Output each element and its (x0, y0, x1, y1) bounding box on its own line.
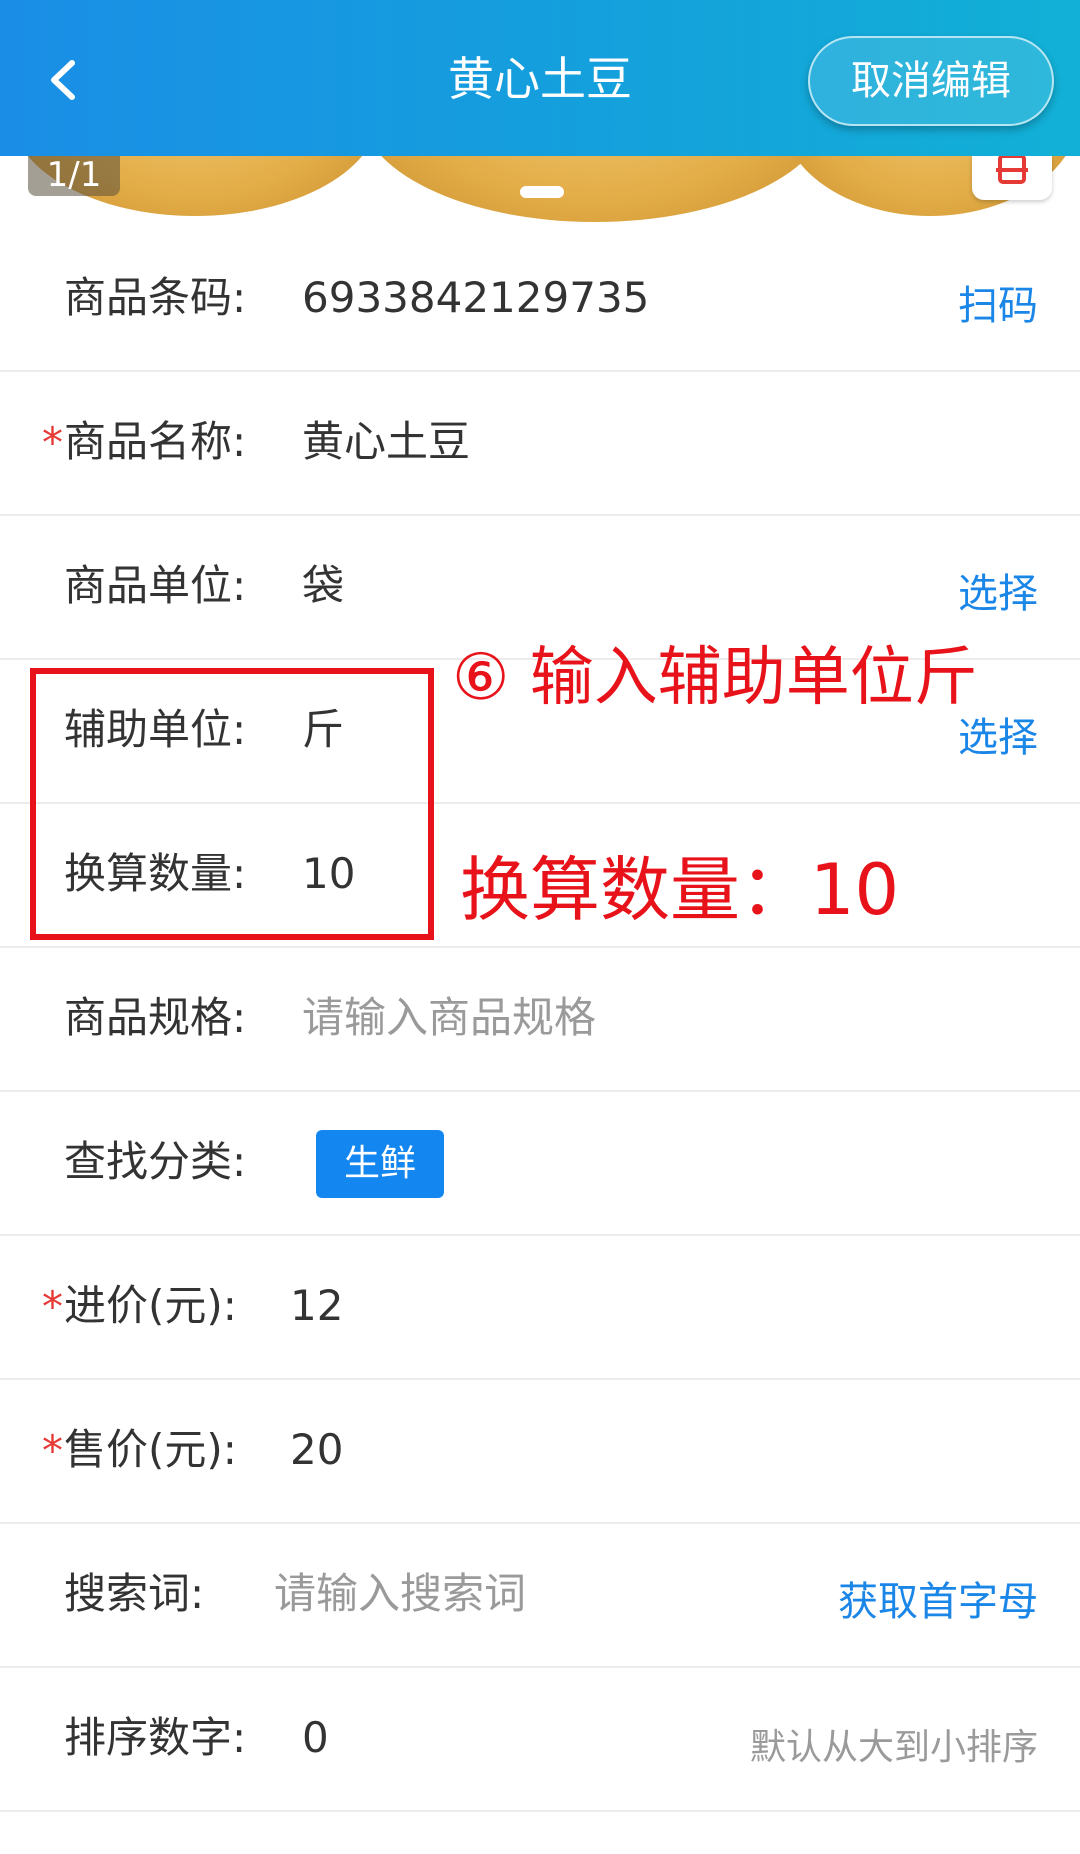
spec-input[interactable]: 请输入商品规格 (302, 990, 596, 1046)
unit-row: 商品单位: 袋 选择 (0, 516, 1080, 660)
image-page-indicator: 1/1 (28, 156, 120, 196)
category-row: 查找分类: 生鲜 (0, 1092, 1080, 1236)
sort-input[interactable]: 0 (302, 1710, 329, 1766)
keywords-row: 搜索词: 请输入搜索词 获取首字母 (0, 1524, 1080, 1668)
annotation-conversion-text: 换算数量：10 (460, 849, 900, 931)
select-unit-button[interactable]: 选择 (958, 566, 1038, 622)
keywords-label: 搜索词: (64, 1569, 205, 1618)
chevron-left-icon (51, 60, 75, 100)
barcode-label: 商品条码: (64, 273, 247, 322)
product-image-carousel[interactable]: 1/1 (0, 156, 1080, 228)
cost-label: 进价(元): (64, 1281, 237, 1330)
product-image (360, 156, 830, 222)
cost-input[interactable]: 12 (290, 1278, 343, 1334)
required-mark: * (42, 1426, 63, 1475)
required-mark: * (42, 418, 63, 467)
keywords-input[interactable]: 请输入搜索词 (274, 1566, 526, 1622)
get-initials-button[interactable]: 获取首字母 (838, 1574, 1038, 1630)
app-header: 黄心土豆 取消编辑 (0, 0, 1080, 156)
price-input[interactable]: 20 (290, 1422, 343, 1478)
back-button[interactable] (30, 45, 100, 115)
conversion-label: 换算数量: (64, 849, 247, 898)
barcode-input[interactable]: 6933842129735 (302, 270, 649, 326)
name-input[interactable]: 黄心土豆 (302, 414, 470, 470)
conversion-input[interactable]: 10 (302, 846, 355, 902)
sort-hint: 默认从大到小排序 (749, 1727, 1038, 1768)
carousel-dot (520, 186, 564, 198)
unit-label: 商品单位: (64, 561, 247, 610)
name-row: * 商品名称: 黄心土豆 (0, 372, 1080, 516)
category-tag[interactable]: 生鲜 (316, 1130, 444, 1198)
annotation-step-text: ⑥ 输入辅助单位斤 (452, 641, 978, 715)
delete-image-button[interactable] (972, 156, 1052, 200)
price-label: 售价(元): (64, 1425, 237, 1474)
name-label: 商品名称: (64, 417, 247, 466)
barcode-row: 商品条码: 6933842129735 扫码 (0, 228, 1080, 372)
spec-row: 商品规格: 请输入商品规格 (0, 948, 1080, 1092)
unit-value[interactable]: 袋 (302, 558, 344, 614)
category-label: 查找分类: (64, 1137, 247, 1186)
select-aux-unit-button[interactable]: 选择 (958, 710, 1038, 766)
cancel-edit-button[interactable]: 取消编辑 (808, 36, 1054, 126)
sort-label: 排序数字: (64, 1713, 247, 1762)
price-row: * 售价(元): 20 (0, 1380, 1080, 1524)
aux-unit-value[interactable]: 斤 (302, 702, 344, 758)
product-form: 商品条码: 6933842129735 扫码 * 商品名称: 黄心土豆 商品单位… (0, 228, 1080, 1812)
aux-unit-label: 辅助单位: (64, 705, 247, 754)
trash-icon (996, 156, 1028, 184)
sort-row: 排序数字: 0 默认从大到小排序 (0, 1668, 1080, 1812)
cost-row: * 进价(元): 12 (0, 1236, 1080, 1380)
scan-button[interactable]: 扫码 (958, 278, 1038, 334)
required-mark: * (42, 1282, 63, 1331)
spec-label: 商品规格: (64, 993, 247, 1042)
